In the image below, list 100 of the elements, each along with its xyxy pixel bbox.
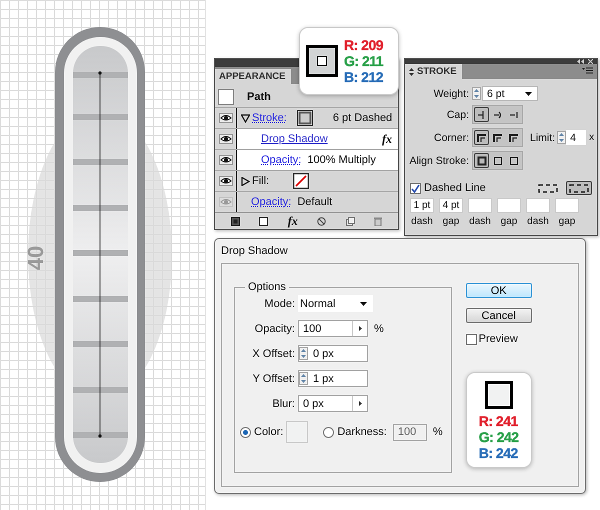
cap-option-icon <box>492 108 504 120</box>
align-option-icon <box>476 154 488 166</box>
eye-icon[interactable] <box>218 155 232 165</box>
cap-button[interactable] <box>474 107 489 122</box>
limit-label: Limit: <box>530 132 556 144</box>
align-stroke-label: Align Stroke: <box>408 154 469 166</box>
opacity-link[interactable]: Opacity: <box>261 154 302 166</box>
check-icon <box>411 184 420 192</box>
fill-label: Fill: <box>252 175 270 187</box>
spinner-arrows-icon[interactable] <box>299 372 308 385</box>
offset-field[interactable]: 1 px <box>298 370 368 387</box>
gap-field[interactable] <box>555 198 579 213</box>
cap-label: Cap: <box>446 108 469 120</box>
cancel-button[interactable]: Cancel <box>466 308 532 323</box>
field-label: Opacity: <box>254 322 295 334</box>
gap-label: gap <box>442 216 460 227</box>
dialog-title: Drop Shadow <box>221 245 289 259</box>
effect-link[interactable]: Drop Shadow <box>261 133 328 145</box>
align-button[interactable] <box>474 153 489 168</box>
trash-icon[interactable] <box>374 216 382 226</box>
weight-dropdown[interactable]: 6 pt <box>482 86 538 101</box>
spinner-arrows-icon[interactable] <box>299 347 308 360</box>
updown-icon <box>409 68 414 76</box>
corner-option-icon <box>476 132 488 144</box>
opacity-value: Default <box>297 196 332 208</box>
spinner-arrows-icon[interactable] <box>472 87 481 100</box>
mode-dropdown[interactable]: Normal <box>298 295 373 312</box>
clear-icon[interactable] <box>317 216 326 226</box>
fx-mark: fx <box>382 132 392 146</box>
preview-checkbox[interactable] <box>466 334 477 344</box>
spinner-arrows-icon[interactable] <box>557 131 566 144</box>
preview-label: Preview <box>478 333 518 345</box>
dash-field[interactable] <box>468 198 492 213</box>
rgb-channel-value: G: 242 <box>478 429 519 445</box>
corner-button[interactable] <box>474 130 489 145</box>
eye-icon[interactable] <box>218 134 232 144</box>
eye-icon[interactable] <box>218 176 232 186</box>
dimension-label: 40 <box>23 246 50 270</box>
dash-label: dash <box>410 216 434 227</box>
stroke-swatch-icon[interactable] <box>296 110 313 126</box>
square-outline-icon[interactable] <box>259 216 268 226</box>
options-legend: Options <box>245 281 289 293</box>
rgb-channel-value: B: 242 <box>478 445 519 461</box>
no-fill-swatch-icon[interactable] <box>293 173 310 189</box>
rgb-channel-value: G: 211 <box>344 53 384 69</box>
rgb-channel-value: B: 212 <box>344 69 384 85</box>
stroke-link[interactable]: Stroke: <box>252 112 287 124</box>
close-icon[interactable] <box>588 59 593 64</box>
rgb-channel-value: R: 209 <box>344 37 384 53</box>
field-label: Blur: <box>271 398 295 410</box>
dash-label: dash <box>526 216 550 227</box>
corner-option-icon <box>508 132 520 144</box>
opacity-link[interactable]: Opacity: <box>251 196 292 208</box>
dashed-line-label: Dashed Line <box>424 182 486 194</box>
field-label: X Offset: <box>251 348 295 360</box>
dash-label: dash <box>468 216 492 227</box>
new-item-icon[interactable] <box>346 216 355 226</box>
dash-field[interactable]: 1 pt <box>410 198 434 213</box>
panel-tab[interactable]: STROKE <box>405 64 462 79</box>
dashed-line-checkbox[interactable] <box>410 182 421 194</box>
dropdown-arrow-icon <box>525 92 532 96</box>
shadow-color-swatch[interactable] <box>286 421 308 443</box>
color-swatch <box>484 381 513 409</box>
fx-button[interactable]: fx <box>288 214 298 228</box>
panel-menu-icon[interactable] <box>582 67 593 74</box>
corner-label: Corner: <box>432 132 469 144</box>
rgb-channel-value: R: 241 <box>478 413 519 429</box>
align-option-icon <box>492 154 504 166</box>
stroke-value: 6 pt Dashed <box>332 112 392 124</box>
field-label: Y Offset: <box>252 372 295 384</box>
path-thumbnail-icon <box>218 89 234 105</box>
opacity-value: 100% Multiply <box>307 154 376 166</box>
align-option-icon <box>508 154 520 166</box>
gap-label: gap <box>558 216 576 227</box>
square-icon[interactable] <box>230 216 240 226</box>
dashed-rectangle-icon <box>569 184 589 192</box>
corner-option-icon <box>492 132 504 144</box>
dashed-rectangle-icon <box>538 184 558 192</box>
slider-field[interactable]: 100 <box>298 320 368 337</box>
color-label: Color: <box>254 426 284 438</box>
eye-icon[interactable] <box>218 113 232 123</box>
panel-tab[interactable]: APPEARANCE <box>215 69 291 84</box>
limit-field[interactable]: 4 <box>566 130 586 145</box>
dropdown-arrow-icon <box>360 302 367 306</box>
collapsed-triangle-icon[interactable] <box>241 176 250 186</box>
unit-label: % <box>432 426 443 438</box>
limit-unit: x <box>589 132 594 143</box>
slider-field[interactable]: 0 px <box>298 395 368 412</box>
path-header: Path <box>247 91 271 103</box>
unit-label: % <box>374 322 384 334</box>
gap-field[interactable] <box>497 198 521 213</box>
expanded-triangle-icon[interactable] <box>241 114 250 122</box>
gap-field[interactable]: 4 pt <box>439 198 463 213</box>
color-radio[interactable] <box>240 426 251 438</box>
gap-label: gap <box>500 216 518 227</box>
offset-field[interactable]: 0 px <box>298 345 368 362</box>
dash-alignment-button[interactable] <box>566 181 592 195</box>
weight-label: Weight: <box>432 88 469 100</box>
ok-button[interactable]: OK <box>466 283 532 298</box>
dash-field[interactable] <box>526 198 550 213</box>
